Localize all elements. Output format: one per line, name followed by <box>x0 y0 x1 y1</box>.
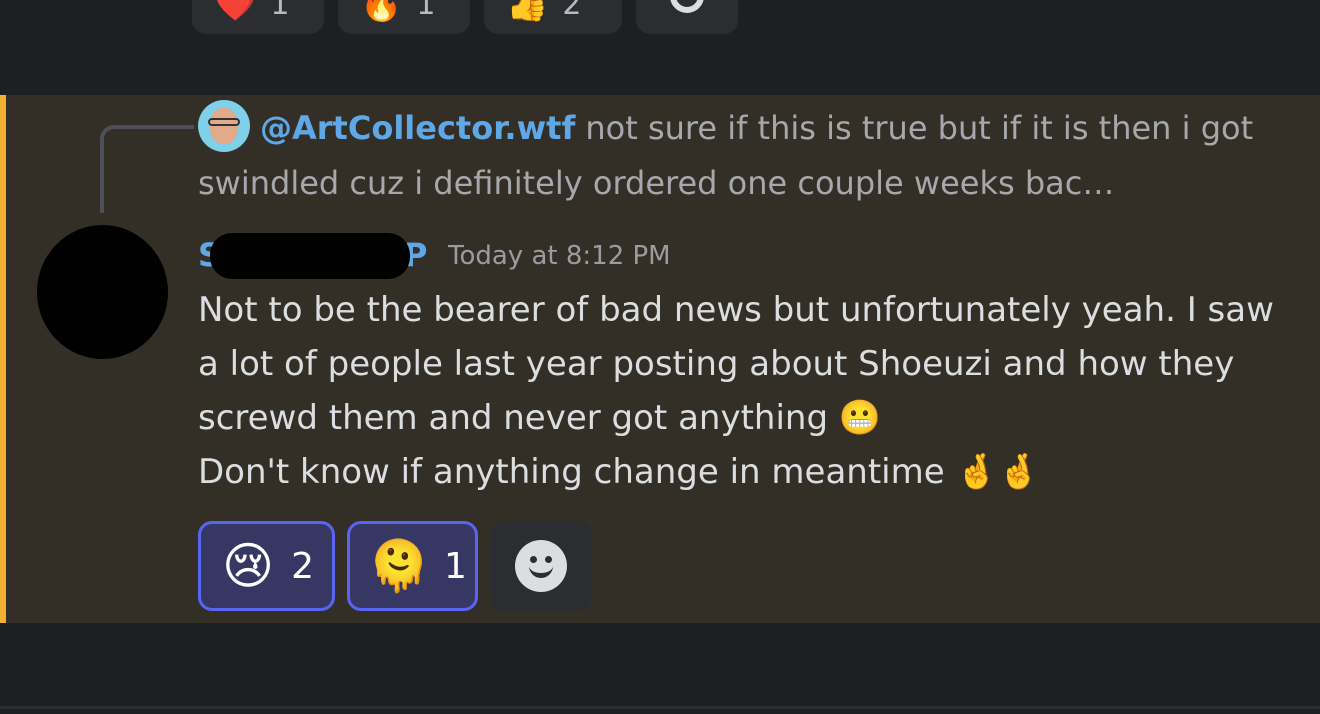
message-line: Not to be the bearer of bad news but unf… <box>198 290 1274 438</box>
message-line: Don't know if anything change in meantim… <box>198 452 1041 492</box>
timestamp[interactable]: Today at 8:12 PM <box>448 241 671 271</box>
message-reactions: 😢 2 🫠 1 <box>198 521 592 611</box>
crying-face-icon: 😢 <box>221 537 275 595</box>
previous-message-reactions: ❤️ 1 🔥 1 👍 2 <box>192 0 738 34</box>
reaction-thumbs-up[interactable]: 👍 2 <box>484 0 622 34</box>
redaction-mark <box>210 233 410 279</box>
reply-author-name[interactable]: @ArtCollector.wtf <box>260 109 575 147</box>
reply-preview[interactable]: @ArtCollector.wtf not sure if this is tru… <box>198 100 1288 210</box>
reaction-melting-face[interactable]: 🫠 1 <box>347 521 478 611</box>
reaction-count: 1 <box>444 545 467 587</box>
add-reaction-button[interactable] <box>636 0 738 34</box>
reply-author-avatar[interactable] <box>198 100 250 152</box>
thumbs-up-icon: 👍 <box>506 0 549 24</box>
reaction-count: 1 <box>270 0 290 22</box>
add-reaction-icon <box>670 0 704 13</box>
reaction-crying-face[interactable]: 😢 2 <box>198 521 335 611</box>
divider <box>0 706 1320 709</box>
add-reaction-button[interactable] <box>490 521 592 611</box>
melting-face-icon: 🫠 <box>367 537 431 595</box>
reaction-count: 1 <box>416 0 436 22</box>
highlighted-message[interactable]: @ArtCollector.wtf not sure if this is tru… <box>0 95 1320 623</box>
fire-icon: 🔥 <box>360 0 403 24</box>
reaction-count: 2 <box>562 0 582 22</box>
reaction-count: 2 <box>291 545 314 587</box>
reaction-fire[interactable]: 🔥 1 <box>338 0 470 34</box>
avatar[interactable] <box>37 225 168 359</box>
heart-icon: ❤️ <box>214 0 257 24</box>
author-name-block[interactable]: S P <box>198 231 427 279</box>
message-content: Not to be the bearer of bad news but unf… <box>198 283 1278 499</box>
chat-view: ❤️ 1 🔥 1 👍 2 @ArtCollector.wtf not sure i… <box>0 0 1320 714</box>
reply-connector <box>100 125 194 213</box>
reaction-heart[interactable]: ❤️ 1 <box>192 0 324 34</box>
message-header: S P Today at 8:12 PM <box>198 225 671 283</box>
smiley-icon <box>515 540 567 592</box>
